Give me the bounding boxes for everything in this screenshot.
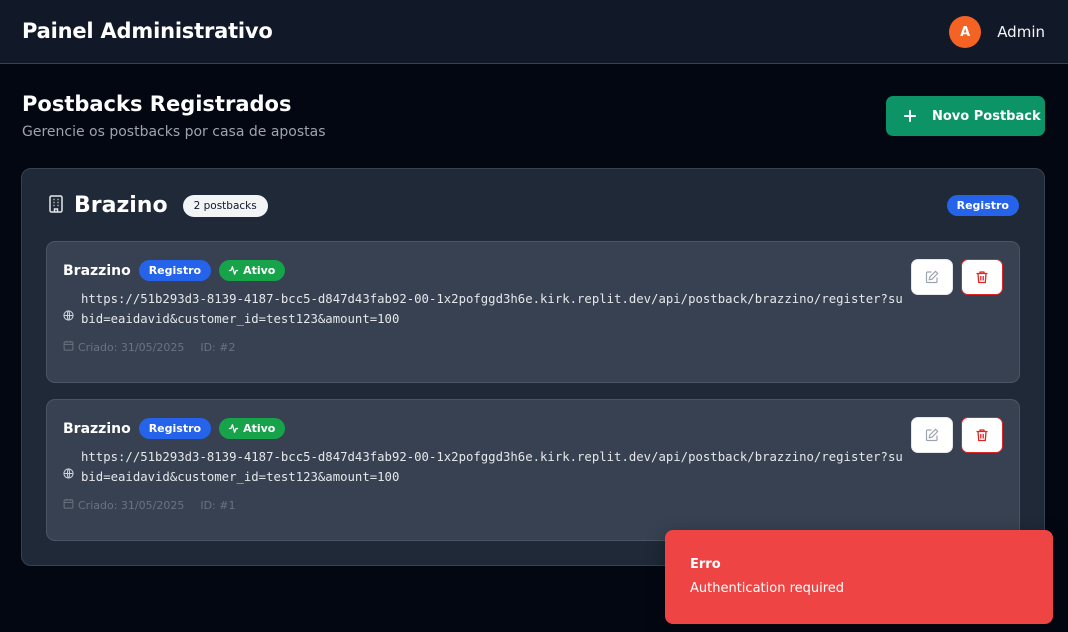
postback-url[interactable]: https://51b293d3-8139-4187-bcc5-d847d43f… <box>81 447 903 487</box>
user-menu[interactable]: A Admin <box>949 16 1045 48</box>
status-badge: Ativo <box>219 418 286 439</box>
delete-button[interactable] <box>961 259 1003 295</box>
house-name: Brazino <box>74 193 168 218</box>
category-badge: Registro <box>946 195 1019 216</box>
edit-button[interactable] <box>911 259 953 295</box>
postback-card: Brazzino Registro Ativo https://51b293d3… <box>46 399 1020 541</box>
globe-icon <box>63 306 74 329</box>
edit-button[interactable] <box>911 417 953 453</box>
toast-title: Erro <box>690 557 721 572</box>
postback-card: Brazzino Registro Ativo https://51b293d3… <box>46 241 1020 383</box>
type-badge: Registro <box>138 418 212 439</box>
error-toast[interactable]: Erro Authentication required <box>665 530 1053 624</box>
plus-icon <box>904 110 916 122</box>
postback-id: ID: #1 <box>200 498 236 512</box>
postback-count-badge: 2 postbacks <box>182 194 268 217</box>
edit-icon <box>925 270 939 284</box>
postback-url-row: https://51b293d3-8139-4187-bcc5-d847d43f… <box>63 447 903 487</box>
postback-name: Brazzino <box>63 420 131 437</box>
calendar-icon <box>63 498 74 512</box>
postback-meta: Criado: 31/05/2025 ID: #2 <box>63 340 235 354</box>
postback-header: Brazzino Registro Ativo <box>63 418 286 439</box>
trash-icon <box>976 429 988 442</box>
created-date: Criado: 31/05/2025 <box>78 498 185 512</box>
top-bar: Painel Administrativo A Admin <box>0 0 1068 64</box>
postback-id: ID: #2 <box>200 340 236 354</box>
globe-icon <box>63 464 74 487</box>
calendar-icon <box>63 340 74 354</box>
page-title: Postbacks Registrados <box>22 92 292 116</box>
avatar[interactable]: A <box>949 16 982 48</box>
postback-url-row: https://51b293d3-8139-4187-bcc5-d847d43f… <box>63 289 903 329</box>
house-card: Brazino 2 postbacks Registro Brazzino Re… <box>21 168 1045 566</box>
postback-meta: Criado: 31/05/2025 ID: #1 <box>63 498 235 512</box>
trash-icon <box>976 271 988 284</box>
postback-header: Brazzino Registro Ativo <box>63 260 286 281</box>
status-label: Ativo <box>243 264 276 277</box>
house-header: Brazino 2 postbacks <box>48 193 268 218</box>
new-postback-label: Novo Postback <box>932 108 1041 124</box>
toast-message: Authentication required <box>690 581 845 596</box>
delete-button[interactable] <box>961 417 1003 453</box>
new-postback-button[interactable]: Novo Postback <box>886 96 1045 136</box>
status-label: Ativo <box>243 422 276 435</box>
postback-name: Brazzino <box>63 262 131 279</box>
status-badge: Ativo <box>219 260 286 281</box>
page-subtitle: Gerencie os postbacks por casa de aposta… <box>22 124 326 140</box>
postback-url[interactable]: https://51b293d3-8139-4187-bcc5-d847d43f… <box>81 289 903 329</box>
created-date: Criado: 31/05/2025 <box>78 340 185 354</box>
activity-icon <box>228 424 239 433</box>
type-badge: Registro <box>138 260 212 281</box>
building-icon <box>48 194 64 217</box>
app-title: Painel Administrativo <box>22 19 273 43</box>
user-name: Admin <box>997 23 1045 41</box>
activity-icon <box>228 266 239 275</box>
edit-icon <box>925 428 939 442</box>
